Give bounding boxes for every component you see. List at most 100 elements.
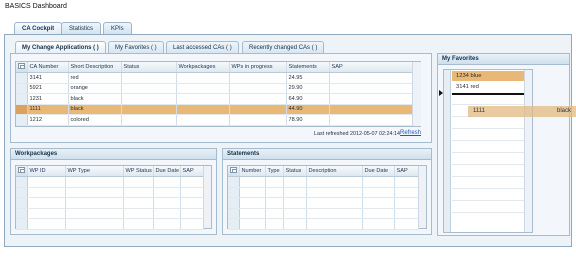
subtab-recently-changed[interactable]: Recently changed CAs ( )	[242, 41, 325, 53]
table-row[interactable]	[16, 187, 204, 198]
cell-ca-number: 5921	[27, 83, 69, 94]
cell-status	[121, 83, 177, 94]
refresh-link[interactable]: Refresh	[400, 130, 421, 136]
col-due-date[interactable]: Due Date	[153, 166, 181, 177]
cell-short-description: red	[68, 72, 122, 84]
col-sap[interactable]: SAP	[329, 62, 413, 73]
cell-status	[121, 104, 177, 115]
cell-short-description: orange	[68, 83, 122, 94]
cell-statements: 64.90	[286, 93, 330, 105]
cell-wps	[229, 104, 287, 115]
table-row[interactable]	[16, 218, 204, 230]
cell-short-description: black	[68, 93, 122, 105]
cell-wps	[229, 93, 287, 105]
cell-ca-number: 1212	[27, 114, 69, 126]
cell-ca-number: 1231	[27, 93, 69, 105]
table-row[interactable]	[228, 187, 419, 198]
cell-sap	[329, 114, 413, 126]
ca-table-scrollbar[interactable]	[412, 62, 421, 126]
statements-scrollbar[interactable]	[418, 166, 426, 228]
ca-table-container: CA Number Short Description Status Workp…	[15, 61, 421, 127]
col-sap[interactable]: SAP	[394, 166, 419, 177]
table-row[interactable]: 3141 red 24.95	[16, 72, 413, 84]
last-refreshed-text: Last refreshed 2012-05-07 02:24:14	[314, 131, 401, 137]
tab-statistics[interactable]: Statistics	[61, 22, 102, 34]
cell-sap	[329, 104, 413, 115]
cell-statements: 29.90	[286, 83, 330, 94]
favorites-scrollbar[interactable]	[524, 70, 532, 232]
col-type[interactable]: Type	[265, 166, 284, 177]
cell-short-description: black	[68, 104, 122, 115]
table-row[interactable]	[16, 208, 204, 219]
column-chooser-icon[interactable]	[228, 166, 240, 177]
column-chooser-icon[interactable]	[16, 62, 28, 73]
ca-table: CA Number Short Description Status Workp…	[16, 62, 413, 126]
cell-ca-number: 1111	[27, 104, 69, 115]
cell-statements: 44.90	[286, 104, 330, 115]
statements-panel: Statements Number Type Status Descriptio…	[222, 148, 432, 235]
row-selector[interactable]	[16, 83, 28, 94]
table-row[interactable]	[16, 176, 204, 188]
cell-wps	[229, 72, 287, 84]
col-ca-number[interactable]: CA Number	[27, 62, 69, 73]
col-wp-status[interactable]: WP Status	[123, 166, 154, 177]
col-wp-type[interactable]: WP Type	[65, 166, 124, 177]
favorites-list: 1234 blue 3141 red	[443, 69, 533, 233]
row-selector[interactable]	[16, 93, 28, 105]
table-row[interactable]	[228, 197, 419, 209]
statements-table-container: Number Type Status Description Due Date …	[227, 165, 427, 230]
col-sap[interactable]: SAP	[180, 166, 204, 177]
favorites-panel: My Favorites 1234 blue 3141 red	[437, 53, 570, 236]
column-chooser-icon[interactable]	[16, 166, 28, 177]
col-due-date[interactable]: Due Date	[362, 166, 395, 177]
row-selector[interactable]	[16, 114, 28, 126]
statements-table: Number Type Status Description Due Date …	[228, 166, 419, 230]
cell-workpackages	[176, 72, 230, 84]
workpackages-panel: Workpackages WP ID WP Type WP Status Due…	[10, 148, 217, 235]
col-number[interactable]: Number	[239, 166, 266, 177]
cell-status	[121, 93, 177, 105]
statements-title: Statements	[223, 149, 431, 160]
cell-status	[121, 72, 177, 84]
col-wps-in-progress[interactable]: WPs in progress	[229, 62, 287, 73]
favorite-item[interactable]: 3141 red	[452, 82, 524, 92]
col-wp-id[interactable]: WP ID	[27, 166, 66, 177]
col-status[interactable]: Status	[121, 62, 177, 73]
table-row[interactable]	[16, 197, 204, 209]
drop-arrow-icon	[439, 90, 443, 96]
favorite-item[interactable]: 1234 blue	[452, 71, 524, 81]
row-selector[interactable]	[16, 72, 28, 84]
cell-statements: 24.95	[286, 72, 330, 84]
col-workpackages[interactable]: Workpackages	[176, 62, 230, 73]
table-row[interactable]: 1212 colored 78.90	[16, 114, 413, 126]
tab-kpis[interactable]: KPIs	[103, 22, 132, 34]
cell-workpackages	[176, 114, 230, 126]
subtab-my-favorites[interactable]: My Favorites ( )	[108, 41, 164, 53]
favorites-title: My Favorites	[438, 54, 569, 65]
workpackages-table-container: WP ID WP Type WP Status Due Date SAP	[15, 165, 212, 230]
col-short-description[interactable]: Short Description	[68, 62, 122, 73]
subtab-my-change-applications[interactable]: My Change Applications ( )	[15, 41, 106, 53]
table-row[interactable]	[228, 208, 419, 219]
table-row[interactable]	[228, 176, 419, 188]
drag-ghost-number: 1111	[473, 108, 486, 114]
cell-short-description: colored	[68, 114, 122, 126]
table-row[interactable]	[228, 218, 419, 230]
col-statements[interactable]: Statements	[286, 62, 330, 73]
cell-sap	[329, 72, 413, 84]
col-description[interactable]: Description	[306, 166, 363, 177]
row-selector[interactable]	[16, 104, 28, 115]
cell-workpackages	[176, 83, 230, 94]
table-row[interactable]: 5921 orange 29.90	[16, 83, 413, 94]
cell-workpackages	[176, 104, 230, 115]
workpackages-table: WP ID WP Type WP Status Due Date SAP	[16, 166, 204, 230]
cell-ca-number: 3141	[27, 72, 69, 84]
table-row-selected[interactable]: 1111 black 44.90	[16, 104, 413, 115]
subtab-last-accessed[interactable]: Last accessed CAs ( )	[166, 41, 239, 53]
favorites-row-selector-column[interactable]	[444, 70, 451, 232]
app-title: BASICS Dashboard	[5, 3, 67, 10]
workpackages-scrollbar[interactable]	[203, 166, 211, 228]
workpackages-title: Workpackages	[11, 149, 216, 160]
table-row[interactable]: 1231 black 64.90	[16, 93, 413, 105]
col-status[interactable]: Status	[283, 166, 307, 177]
